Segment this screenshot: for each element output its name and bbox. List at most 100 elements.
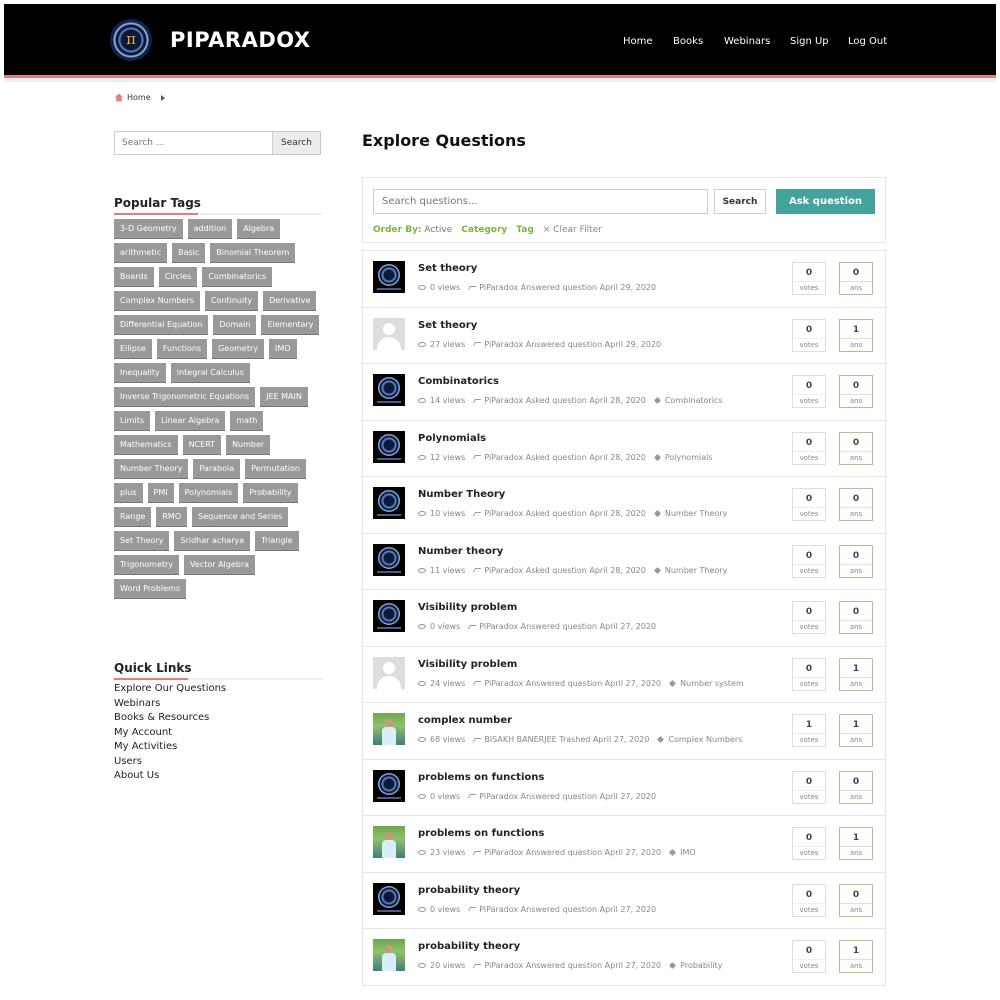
question-tag[interactable]: Number system xyxy=(680,679,744,688)
tag-chip[interactable]: Set Theory xyxy=(114,531,170,550)
breadcrumb-home[interactable]: Home xyxy=(127,93,151,102)
category-filter[interactable]: Category xyxy=(461,225,507,235)
tag-chip[interactable]: Binomial Theorem xyxy=(210,243,296,262)
tag-chip[interactable]: Linear Algebra xyxy=(155,411,226,430)
ask-question-button[interactable]: Ask question xyxy=(776,189,875,214)
tag-chip[interactable]: Inequality xyxy=(114,363,166,382)
nav-log-out[interactable]: Log Out xyxy=(848,36,887,47)
avatar[interactable] xyxy=(373,600,405,632)
question-title[interactable]: Combinatorics xyxy=(418,376,499,387)
tag-chip[interactable]: Derivative xyxy=(263,291,317,310)
tag-chip[interactable]: Inverse Trigonometric Equations xyxy=(114,387,256,406)
quick-link[interactable]: My Activities xyxy=(114,740,226,755)
tag-chip[interactable]: Triangle xyxy=(255,531,299,550)
question-title[interactable]: Set theory xyxy=(418,263,477,274)
tag-chip[interactable]: Sridhar acharya xyxy=(174,531,251,550)
question-search-input[interactable] xyxy=(373,189,708,214)
tag-chip[interactable]: Number xyxy=(226,435,271,454)
tag-chip[interactable]: Combinatorics xyxy=(202,267,272,286)
question-search-button[interactable]: Search xyxy=(714,189,766,214)
avatar[interactable] xyxy=(373,882,405,915)
avatar[interactable] xyxy=(373,769,405,802)
quick-link[interactable]: My Account xyxy=(114,726,226,741)
tag-chip[interactable]: Mathematics xyxy=(114,435,178,454)
tag-chip[interactable]: IMO xyxy=(268,339,297,358)
nav-sign-up[interactable]: Sign Up xyxy=(790,36,829,47)
tag-chip[interactable]: Integral Calculus xyxy=(170,363,250,382)
tag-chip[interactable]: Algebra xyxy=(237,219,281,238)
order-by-value[interactable]: Active xyxy=(424,225,452,235)
question-tag[interactable]: Polynomials xyxy=(665,453,713,462)
tag-chip[interactable]: addition xyxy=(187,219,233,238)
tag-chip[interactable]: Domain xyxy=(213,315,257,334)
question-tag[interactable]: Combinatorics xyxy=(665,396,723,405)
tag-chip[interactable]: Vector Algebra xyxy=(184,555,256,574)
tag-chip[interactable]: Continuity xyxy=(204,291,259,310)
question-title[interactable]: Set theory xyxy=(418,320,477,331)
avatar[interactable] xyxy=(373,713,405,745)
question-title[interactable]: Visibility problem xyxy=(418,602,517,613)
sidebar-search-button[interactable]: Search xyxy=(273,131,321,155)
tag-chip[interactable]: Sequence and Series xyxy=(192,507,289,526)
quick-link[interactable]: Explore Our Questions xyxy=(114,682,226,697)
question-title[interactable]: Number theory xyxy=(418,546,503,557)
tag-chip[interactable]: Word Problems xyxy=(114,579,186,598)
tag-chip[interactable]: plus xyxy=(114,483,143,502)
tag-chip[interactable]: Range xyxy=(114,507,152,526)
tag-chip[interactable]: Boards xyxy=(114,267,154,286)
question-tag[interactable]: Number Theory xyxy=(665,566,727,575)
tag-chip[interactable]: Polynomials xyxy=(178,483,239,502)
tag-chip[interactable]: Geometry xyxy=(212,339,264,358)
quick-link[interactable]: About Us xyxy=(114,769,226,784)
tag-chip[interactable]: Probability xyxy=(243,483,298,502)
question-title[interactable]: Polynomials xyxy=(418,433,486,444)
tag-chip[interactable]: Differential Equation xyxy=(114,315,209,334)
avatar[interactable] xyxy=(373,656,405,689)
quick-link[interactable]: Users xyxy=(114,755,226,770)
question-title[interactable]: probability theory xyxy=(418,885,520,896)
tag-chip[interactable]: Number Theory xyxy=(114,459,189,478)
tag-chip[interactable]: Functions xyxy=(156,339,208,358)
avatar[interactable] xyxy=(373,543,405,576)
sidebar-search-input[interactable] xyxy=(114,131,273,155)
tag-chip[interactable]: JEE MAIN xyxy=(260,387,308,406)
question-tag[interactable]: Complex Numbers xyxy=(668,735,742,744)
quick-link[interactable]: Webinars xyxy=(114,697,226,712)
tag-chip[interactable]: Elementary xyxy=(261,315,320,334)
question-tag[interactable]: IMO xyxy=(680,848,696,857)
question-tag[interactable]: Number Theory xyxy=(665,509,727,518)
tag-chip[interactable]: Permutation xyxy=(245,459,306,478)
tag-chip[interactable]: math xyxy=(230,411,264,430)
question-title[interactable]: problems on functions xyxy=(418,828,544,839)
nav-books[interactable]: Books xyxy=(673,36,703,47)
tag-chip[interactable]: PMI xyxy=(147,483,174,502)
avatar[interactable] xyxy=(373,374,405,406)
brand-name[interactable]: PIPARADOX xyxy=(170,28,311,52)
tag-chip[interactable]: Trigonometry xyxy=(114,555,180,574)
quick-link[interactable]: Books & Resources xyxy=(114,711,226,726)
tag-chip[interactable]: Complex Numbers xyxy=(114,291,200,310)
avatar[interactable] xyxy=(373,826,405,858)
question-title[interactable]: Number Theory xyxy=(418,489,505,500)
tag-chip[interactable]: Parabola xyxy=(193,459,241,478)
avatar[interactable] xyxy=(373,430,405,463)
tag-chip[interactable]: Circles xyxy=(158,267,198,286)
clear-filter-button[interactable]: × Clear Filter xyxy=(543,225,602,235)
tag-chip[interactable]: arithmetic xyxy=(114,243,168,262)
tag-chip[interactable]: Ellipse xyxy=(114,339,152,358)
tag-chip[interactable]: 3-D Geometry xyxy=(114,219,183,238)
avatar[interactable] xyxy=(373,261,405,293)
tag-chip[interactable]: NCERT xyxy=(182,435,222,454)
question-title[interactable]: Visibility problem xyxy=(418,659,517,670)
question-tag[interactable]: Probability xyxy=(680,961,722,970)
question-title[interactable]: problems on functions xyxy=(418,772,544,783)
question-title[interactable]: probability theory xyxy=(418,941,520,952)
question-title[interactable]: complex number xyxy=(418,715,512,726)
nav-home[interactable]: Home xyxy=(623,36,653,47)
avatar[interactable] xyxy=(373,939,405,971)
avatar[interactable] xyxy=(373,317,405,350)
tag-chip[interactable]: RMO xyxy=(156,507,188,526)
nav-webinars[interactable]: Webinars xyxy=(724,36,770,47)
tag-chip[interactable]: Limits xyxy=(114,411,150,430)
logo-icon[interactable]: π xyxy=(110,19,152,61)
